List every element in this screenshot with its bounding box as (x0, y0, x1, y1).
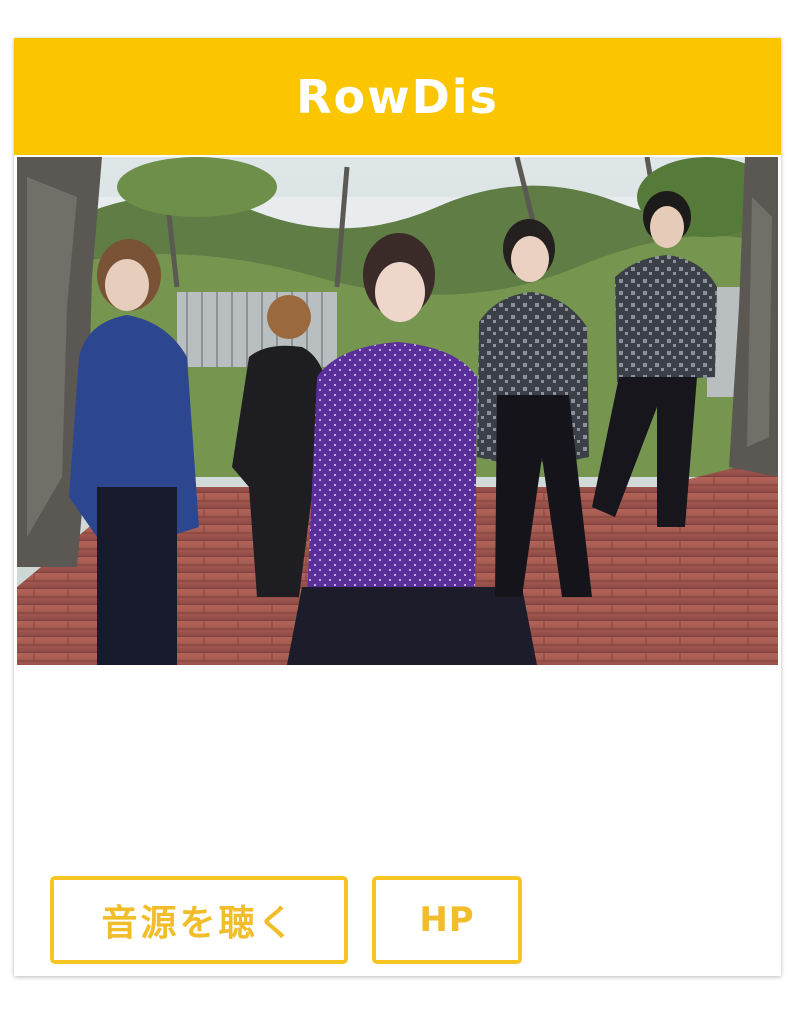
hp-button[interactable]: HP (372, 876, 522, 964)
card-header: RowDis (14, 38, 781, 155)
artist-card: RowDis 音源を聴く HP (14, 38, 781, 976)
listen-button[interactable]: 音源を聴く (50, 876, 348, 964)
artist-photo (17, 157, 778, 665)
artist-name: RowDis (296, 69, 499, 124)
